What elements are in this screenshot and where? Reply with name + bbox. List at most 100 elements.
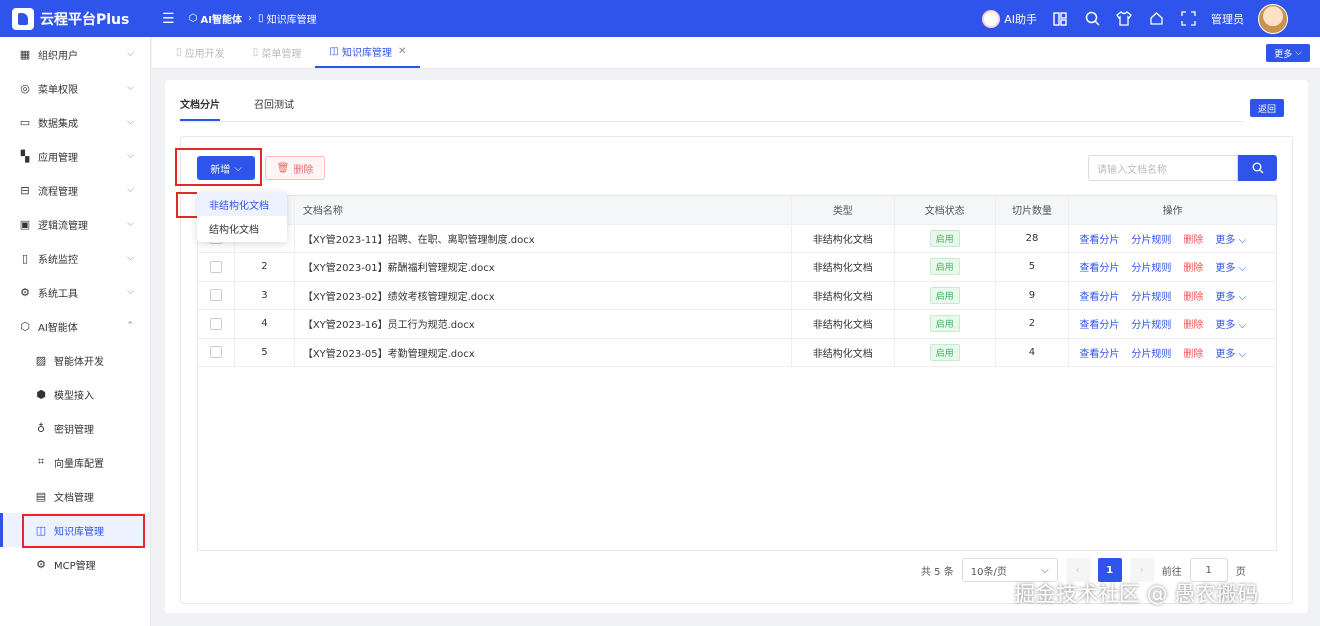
sidebar-item-data-integration[interactable]: ▭ 数据集成 ⌵	[0, 105, 150, 139]
sidebar-item-menu-permission[interactable]: ◎ 菜单权限 ⌵	[0, 71, 150, 105]
view-chunks-link[interactable]: 查看分片	[1079, 316, 1119, 331]
sidebar-item-model-access[interactable]: ⬢ 模型接入	[0, 377, 150, 411]
delete-label: 删除	[293, 164, 314, 176]
more-actions-link[interactable]: 更多 ⌵	[1215, 316, 1246, 331]
target-icon: ◎	[20, 81, 30, 95]
table-row: 5 【XY管2023-05】考勤管理规定.docx 非结构化文档 启用 4 查看…	[198, 338, 1276, 367]
more-actions-link[interactable]: 更多 ⌵	[1215, 288, 1246, 303]
delete-link[interactable]: 删除	[1183, 231, 1203, 246]
sub-tabs: 文档分片 召回测试	[180, 94, 1244, 122]
document-icon: ▤	[35, 489, 47, 503]
chunk-rule-link[interactable]: 分片规则	[1131, 345, 1171, 360]
document-type: 非结构化文档	[792, 253, 895, 281]
book-icon: ▯	[257, 13, 264, 24]
chunk-rule-link[interactable]: 分片规则	[1131, 231, 1171, 246]
chunk-rule-link[interactable]: 分片规则	[1131, 288, 1171, 303]
sidebar-item-key-management[interactable]: ♁ 密钥管理	[0, 411, 150, 445]
delete-button[interactable]: 🗑 删除	[265, 156, 325, 180]
gear-icon: ⚙	[20, 285, 30, 299]
user-avatar[interactable]	[1258, 3, 1288, 34]
menu-toggle-icon[interactable]: ☰	[162, 11, 175, 27]
status-badge: 启用	[929, 343, 960, 361]
status-badge: 启用	[929, 258, 960, 276]
logo-icon	[12, 7, 34, 30]
delete-link[interactable]: 删除	[1183, 259, 1203, 274]
home-icon[interactable]	[1147, 10, 1165, 28]
search-button[interactable]	[1238, 155, 1277, 181]
sidebar-item-mcp-management[interactable]: ⚙ MCP管理	[0, 547, 150, 581]
more-actions-link[interactable]: 更多 ⌵	[1215, 345, 1246, 360]
search-input[interactable]: 请输入文档名称	[1088, 155, 1238, 181]
view-chunks-link[interactable]: 查看分片	[1079, 345, 1119, 360]
document-type: 非结构化文档	[792, 224, 895, 252]
sidebar-item-app-management[interactable]: ▚ 应用管理 ⌵	[0, 139, 150, 173]
chunk-rule-link[interactable]: 分片规则	[1131, 259, 1171, 274]
sidebar-item-agent-dev[interactable]: ▨ 智能体开发	[0, 343, 150, 377]
theme-shirt-icon[interactable]	[1115, 10, 1133, 28]
sidebar-item-knowledge-base[interactable]: ◫ 知识库管理	[0, 513, 150, 547]
layout-icon[interactable]	[1051, 10, 1069, 28]
view-chunks-link[interactable]: 查看分片	[1079, 231, 1119, 246]
folder-icon: ▭	[19, 115, 31, 129]
sidebar-item-system-monitor[interactable]: ▯ 系统监控 ⌵	[0, 241, 150, 275]
delete-link[interactable]: 删除	[1183, 316, 1203, 331]
tab-knowledge-base[interactable]: ◫ 知识库管理 ✕	[315, 36, 421, 68]
document-icon: ▯	[252, 46, 262, 58]
row-checkbox[interactable]	[209, 260, 222, 273]
sidebar-item-system-tools[interactable]: ⚙ 系统工具 ⌵	[0, 275, 150, 309]
tab-document-chunks[interactable]: 文档分片	[180, 94, 220, 121]
document-name: 【XY管2023-02】绩效考核管理规定.docx	[295, 281, 792, 309]
back-button[interactable]: 返回	[1249, 99, 1284, 117]
fullscreen-icon[interactable]	[1179, 10, 1197, 28]
ai-assistant-button[interactable]: AI助手	[982, 9, 1037, 28]
row-index: 5	[235, 338, 295, 366]
logo[interactable]: 云程平台Plus	[0, 7, 152, 30]
add-button[interactable]: 新增 ⌵	[197, 156, 255, 180]
model-icon: ⬢	[36, 387, 46, 401]
breadcrumb-item[interactable]: AI智能体	[200, 11, 241, 26]
book-icon: ◫	[329, 45, 343, 57]
chunk-count: 28	[996, 224, 1070, 252]
building-icon: ▦	[19, 47, 31, 61]
chunk-count: 9	[996, 281, 1070, 309]
row-checkbox[interactable]	[209, 317, 222, 330]
tab-recall-test[interactable]: 召回测试	[254, 94, 294, 121]
trash-icon: 🗑	[276, 162, 290, 174]
more-actions-link[interactable]: 更多 ⌵	[1215, 259, 1246, 274]
sidebar-item-flow-management[interactable]: ⊟ 流程管理 ⌵	[0, 173, 150, 207]
view-chunks-link[interactable]: 查看分片	[1079, 259, 1119, 274]
column-header: 切片数量	[996, 196, 1070, 224]
sidebar-item-vector-config[interactable]: ⌗ 向量库配置	[0, 445, 150, 479]
tab-label: 应用开发	[184, 48, 225, 60]
tab-app-dev[interactable]: ▯ 应用开发	[162, 36, 239, 68]
sidebar-item-ai-agent[interactable]: ⬡ AI智能体 ⌃	[0, 309, 150, 343]
chevron-down-icon: ⌵	[127, 185, 134, 195]
tab-menu-management[interactable]: ▯ 菜单管理	[239, 36, 316, 68]
chevron-down-icon: ⌵	[127, 151, 134, 161]
user-name[interactable]: 管理员	[1211, 11, 1244, 27]
close-icon[interactable]: ✕	[398, 46, 406, 57]
more-tabs-button[interactable]: 更多 ⌵	[1266, 44, 1310, 62]
chevron-down-icon: ⌵	[127, 83, 134, 93]
status-badge: 启用	[929, 286, 960, 304]
column-header: 文档状态	[895, 196, 996, 224]
sidebar-item-logic-flow[interactable]: ▣ 逻辑流管理 ⌵	[0, 207, 150, 241]
search-icon[interactable]	[1083, 10, 1101, 28]
chunk-rule-link[interactable]: 分片规则	[1131, 316, 1171, 331]
add-label: 新增	[210, 164, 231, 176]
sidebar-item-document-management[interactable]: ▤ 文档管理	[0, 479, 150, 513]
table-row: 4 【XY管2023-16】员工行为规范.docx 非结构化文档 启用 2 查看…	[198, 310, 1276, 339]
row-checkbox[interactable]	[209, 346, 222, 359]
sidebar-item-org-users[interactable]: ▦ 组织用户 ⌵	[0, 37, 150, 71]
delete-link[interactable]: 删除	[1183, 345, 1203, 360]
more-actions-link[interactable]: 更多 ⌵	[1215, 231, 1246, 246]
delete-link[interactable]: 删除	[1183, 288, 1203, 303]
menu-item-structured-doc[interactable]: 结构化文档	[197, 216, 287, 240]
chevron-down-icon: ⌵	[1295, 48, 1302, 58]
ai-assistant-label: AI助手	[1004, 12, 1037, 26]
menu-item-unstructured-doc[interactable]: 非结构化文档	[197, 192, 287, 216]
row-checkbox[interactable]	[209, 289, 222, 302]
document-name: 【XY管2023-05】考勤管理规定.docx	[295, 338, 792, 366]
row-index: 3	[235, 281, 295, 309]
view-chunks-link[interactable]: 查看分片	[1079, 288, 1119, 303]
